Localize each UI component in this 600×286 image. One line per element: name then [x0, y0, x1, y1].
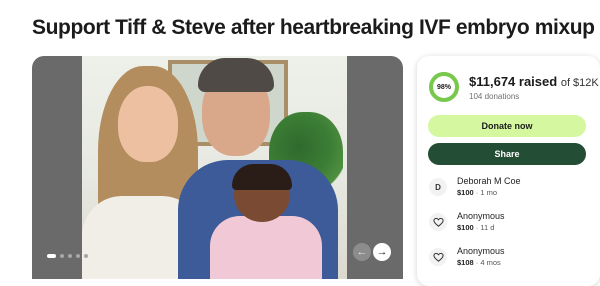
- share-button[interactable]: Share: [428, 143, 586, 165]
- carousel-prev-button[interactable]: ←: [353, 243, 371, 261]
- donor-row: Anonymous $108 · 4 mos: [429, 246, 589, 270]
- donor-meta: $108 · 4 mos: [457, 258, 501, 267]
- baby-body: [210, 216, 322, 279]
- carousel-dot[interactable]: [60, 254, 64, 258]
- arrow-right-icon: →: [376, 245, 388, 258]
- man-hair: [198, 58, 274, 92]
- goal-amount: of $12K: [560, 77, 599, 89]
- donations-count: 104 donations: [469, 92, 520, 101]
- baby-hair: [232, 164, 292, 190]
- page-title: Support Tiff & Steve after heartbreaking…: [32, 16, 595, 39]
- donor-row: D Deborah M Coe $100 · 1 mo: [429, 176, 589, 200]
- photo-carousel[interactable]: ← →: [32, 56, 403, 279]
- donor-amount: $100: [457, 188, 474, 197]
- donor-name: Deborah M Coe: [457, 176, 521, 186]
- donate-now-button[interactable]: Donate now: [428, 115, 586, 137]
- donor-avatar: D: [429, 178, 447, 196]
- donor-meta: $100 · 11 d: [457, 223, 495, 232]
- donor-name: Anonymous: [457, 211, 505, 221]
- donor-meta: $100 · 1 mo: [457, 188, 498, 197]
- woman-face: [118, 86, 178, 162]
- carousel-dot[interactable]: [84, 254, 88, 258]
- progress-percent: 98%: [436, 83, 451, 91]
- carousel-dot[interactable]: [68, 254, 72, 258]
- arrow-left-icon: ←: [356, 245, 368, 258]
- donor-time: 1 mo: [480, 188, 498, 197]
- donor-amount: $100: [457, 223, 474, 232]
- donation-card: 98% $11,674 raised of $12K 104 donations…: [417, 56, 600, 286]
- donor-row: Anonymous $100 · 11 d: [429, 211, 589, 235]
- raised-amount: $11,674 raised: [469, 74, 558, 89]
- donor-time: 4 mos: [480, 258, 501, 267]
- carousel-dot[interactable]: [76, 254, 80, 258]
- donor-time: 11 d: [480, 223, 495, 232]
- carousel-dot-active[interactable]: [47, 254, 56, 258]
- donor-name: Anonymous: [457, 246, 505, 256]
- heart-hand-icon: [429, 213, 447, 231]
- campaign-photo: [82, 56, 347, 279]
- carousel-next-button[interactable]: →: [373, 243, 391, 261]
- donor-amount: $108: [457, 258, 474, 267]
- amount-raised: $11,674 raised of $12K: [469, 74, 599, 89]
- carousel-dots: [47, 254, 88, 258]
- progress-ring: 98%: [428, 71, 460, 103]
- heart-hand-icon: [429, 248, 447, 266]
